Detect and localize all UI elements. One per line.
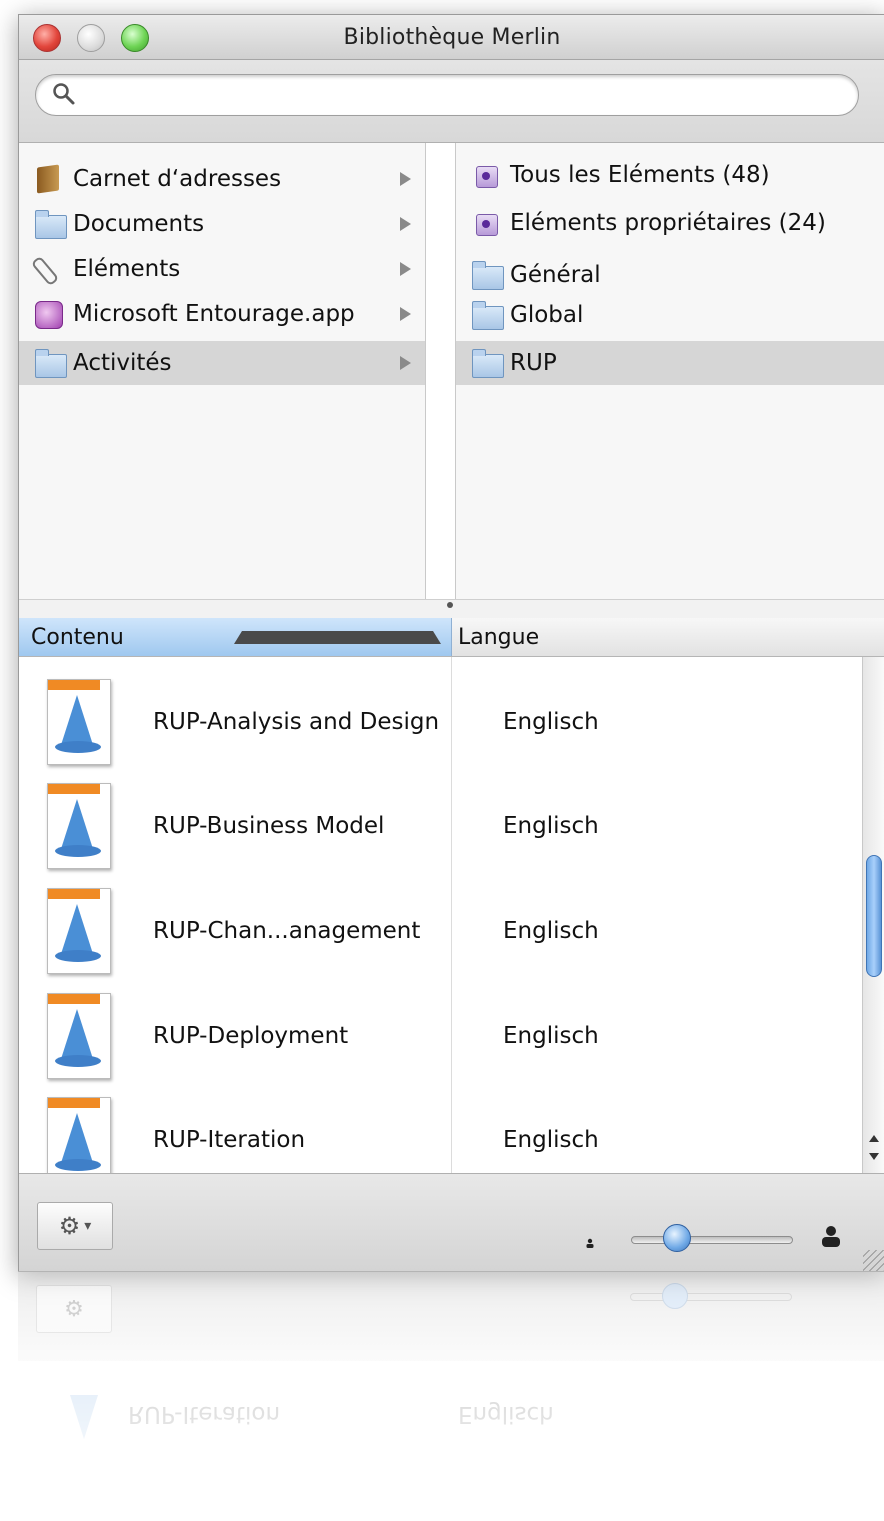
source-label: Carnet d‘adresses — [73, 166, 282, 192]
group-label: RUP — [510, 350, 557, 376]
row-name: RUP-Deployment — [153, 1022, 349, 1049]
row-language: Englisch — [503, 708, 599, 735]
folder-icon — [33, 348, 67, 378]
source-item-elements[interactable]: Eléments — [19, 247, 425, 291]
group-item-all-elements[interactable]: Tous les Eléments (48) — [456, 153, 884, 197]
column-header-label: Langue — [458, 624, 540, 650]
table-row[interactable]: RUP-Iteration Englisch — [19, 1087, 863, 1173]
source-label: Microsoft Entourage.app — [73, 301, 355, 327]
window-reflection: ⚙ RUP-Iteration Englisch — [18, 1271, 884, 1521]
group-label: Eléments propriétaires (24) — [510, 210, 826, 236]
search-field[interactable] — [35, 74, 859, 116]
smart-group-icon — [470, 160, 504, 190]
title-bar[interactable]: Bibliothèque Merlin — [19, 15, 884, 60]
smart-group-icon — [470, 208, 504, 238]
scroll-down-icon[interactable] — [869, 1153, 879, 1160]
row-language: Englisch — [503, 812, 599, 839]
source-item-entourage[interactable]: Microsoft Entourage.app — [19, 292, 425, 336]
merlin-document-icon — [47, 678, 111, 765]
paperclip-icon — [30, 254, 67, 287]
icon-size-slider[interactable] — [631, 1236, 793, 1244]
table-row[interactable]: RUP-Analysis and Design Englisch — [19, 669, 863, 774]
group-item-general[interactable]: Général — [456, 253, 884, 297]
slider-knob[interactable] — [663, 1224, 691, 1252]
folder-icon — [470, 260, 504, 290]
disclosure-arrow-icon — [400, 262, 411, 276]
row-language: Englisch — [503, 1022, 599, 1049]
chevron-down-icon: ▾ — [84, 1218, 92, 1234]
merlin-document-icon — [47, 782, 111, 869]
row-language: Englisch — [503, 917, 599, 944]
table-row[interactable]: RUP-Chan...anagement Englisch — [19, 878, 863, 983]
group-label: Tous les Eléments (48) — [510, 162, 770, 188]
entourage-app-icon — [33, 299, 67, 329]
source-item-activities[interactable]: Activités — [19, 341, 425, 385]
person-large-icon — [822, 1226, 840, 1247]
resize-grip-icon[interactable] — [863, 1250, 884, 1271]
reflection-fade — [18, 1271, 884, 1521]
source-label: Documents — [73, 211, 205, 237]
vertical-scrollbar[interactable] — [862, 657, 884, 1173]
address-book-icon — [33, 164, 67, 194]
folder-icon — [470, 348, 504, 378]
search-input[interactable] — [88, 79, 832, 111]
groups-column: Tous les Eléments (48) Eléments propriét… — [455, 143, 884, 599]
merlin-document-icon — [47, 992, 111, 1079]
library-browser: Carnet d‘adresses Documents Eléments Mic… — [19, 143, 884, 599]
disclosure-arrow-icon — [400, 356, 411, 370]
column-separator — [451, 657, 452, 1173]
gear-icon: ⚙ — [58, 1212, 81, 1240]
row-name: RUP-Chan...anagement — [153, 917, 421, 944]
source-label: Eléments — [73, 256, 181, 282]
scrollbar-thumb[interactable] — [866, 855, 882, 977]
column-header-content[interactable]: Contenu — [19, 618, 452, 656]
toolbar — [19, 60, 884, 143]
disclosure-arrow-icon — [400, 217, 411, 231]
split-view-divider[interactable] — [19, 599, 884, 618]
table-row[interactable]: RUP-Deployment Englisch — [19, 983, 863, 1088]
source-item-documents[interactable]: Documents — [19, 202, 425, 246]
person-small-icon — [586, 1238, 594, 1248]
table-header: Contenu Langue — [19, 618, 884, 657]
group-label: Global — [510, 302, 584, 328]
column-divider[interactable] — [426, 143, 454, 599]
disclosure-arrow-icon — [400, 172, 411, 186]
group-item-owned-elements[interactable]: Eléments propriétaires (24) — [456, 201, 884, 245]
disclosure-arrow-icon — [400, 307, 411, 321]
sort-ascending-icon — [234, 630, 441, 644]
table-row[interactable]: RUP-Business Model Englisch — [19, 773, 863, 878]
merlin-document-icon — [47, 887, 111, 974]
group-item-rup[interactable]: RUP — [456, 341, 884, 385]
splitter-handle-icon[interactable] — [447, 602, 453, 608]
group-label: Général — [510, 262, 601, 288]
folder-icon — [33, 209, 67, 239]
column-header-label: Contenu — [31, 624, 124, 650]
action-menu-button[interactable]: ⚙ ▾ — [37, 1202, 113, 1250]
merlin-library-window: Bibliothèque Merlin Carnet d‘adresses Do… — [18, 14, 884, 1272]
window-title: Bibliothèque Merlin — [343, 25, 561, 50]
source-item-address-book[interactable]: Carnet d‘adresses — [19, 157, 425, 201]
row-name: RUP-Business Model — [153, 812, 385, 839]
scroll-up-icon[interactable] — [869, 1135, 879, 1142]
merlin-document-icon — [47, 1096, 111, 1173]
row-language: Englisch — [503, 1126, 599, 1153]
row-name: RUP-Analysis and Design — [153, 708, 440, 735]
bottom-bar: ⚙ ▾ — [19, 1173, 884, 1271]
folder-icon — [470, 300, 504, 330]
sources-column: Carnet d‘adresses Documents Eléments Mic… — [19, 143, 426, 599]
search-icon — [53, 83, 75, 105]
column-header-language[interactable]: Langue — [452, 618, 884, 656]
row-name: RUP-Iteration — [153, 1126, 306, 1153]
source-label: Activités — [73, 350, 172, 376]
group-item-global[interactable]: Global — [456, 293, 884, 337]
